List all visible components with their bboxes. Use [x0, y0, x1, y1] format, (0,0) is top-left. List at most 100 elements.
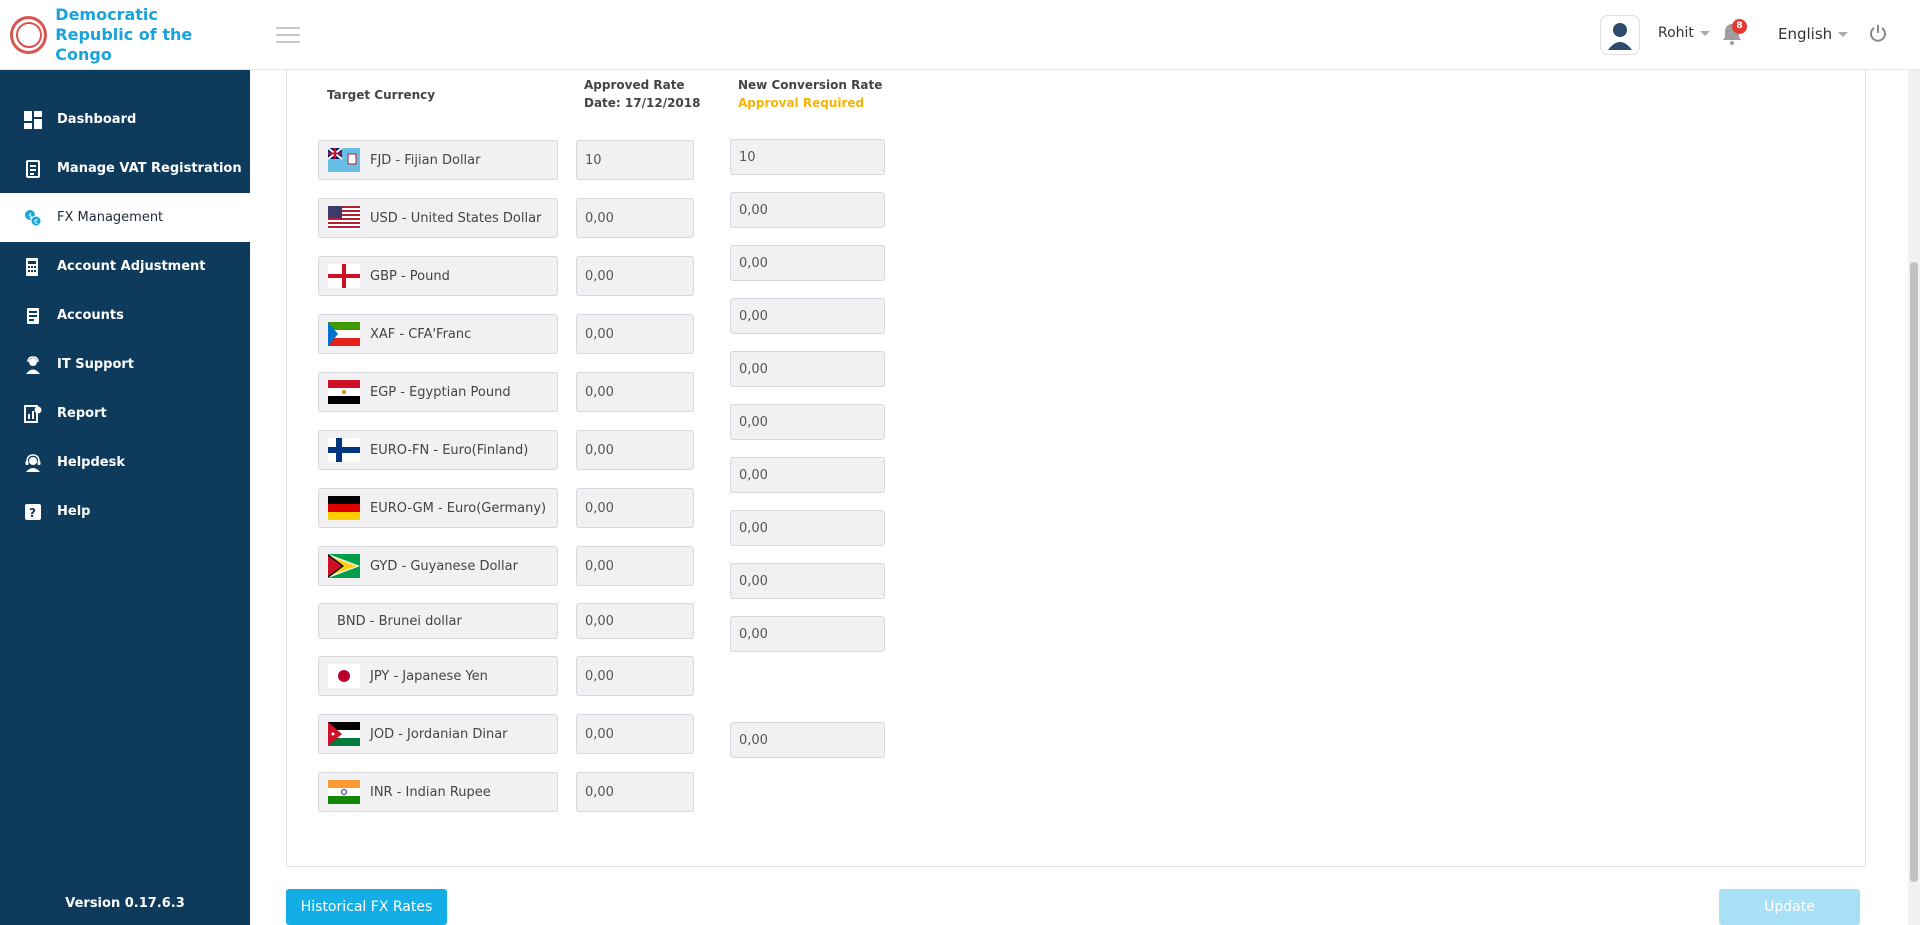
- sidebar-item-dashboard[interactable]: Dashboard: [0, 95, 250, 144]
- chevron-down-icon: [1699, 30, 1710, 36]
- currency-label: GBP - Pound: [370, 268, 450, 284]
- new-rate-euro-gm[interactable]: [730, 457, 885, 493]
- approval-required-label: Approval Required: [738, 96, 865, 110]
- india-flag-icon: [328, 780, 360, 804]
- sidebar-item-fx-management[interactable]: $ € FX Management: [0, 193, 250, 242]
- approved-rate-euro-fn[interactable]: [576, 430, 694, 470]
- currency-gbp: GBP - Pound: [318, 256, 558, 296]
- currency-bnd: BND - Brunei dollar: [318, 603, 558, 639]
- dashboard-icon: [24, 110, 42, 129]
- jordan-flag-icon: [328, 722, 360, 746]
- currency-inr: INR - Indian Rupee: [318, 772, 558, 812]
- approved-rate-gyd[interactable]: [576, 546, 694, 586]
- currency-label: JOD - Jordanian Dinar: [370, 726, 508, 742]
- new-rate-gbp[interactable]: [730, 245, 885, 281]
- new-rate-xaf[interactable]: [730, 298, 885, 334]
- currency-label: USD - United States Dollar: [370, 210, 542, 226]
- sidebar-item-label: IT Support: [57, 357, 135, 372]
- approved-rate-usd[interactable]: [576, 198, 694, 238]
- power-icon[interactable]: [1868, 24, 1888, 44]
- new-rate-label: New Conversion Rate: [738, 78, 883, 92]
- sidebar-item-it-support[interactable]: IT Support: [0, 340, 250, 389]
- user-avatar-icon: [1608, 23, 1632, 50]
- language-label: English: [1778, 25, 1833, 43]
- new-rate-fjd[interactable]: [730, 139, 885, 175]
- approved-rate-egp[interactable]: [576, 372, 694, 412]
- currency-label: EURO-GM - Euro(Germany): [370, 500, 547, 516]
- fiji-flag-icon: [328, 148, 360, 172]
- currency-egp: EGP - Egyptian Pound: [318, 372, 558, 412]
- approved-rate-gbp[interactable]: [576, 256, 694, 296]
- finland-flag-icon: [328, 438, 360, 462]
- scrollbar-thumb[interactable]: [1910, 262, 1918, 882]
- col-header-currency: Target Currency: [327, 88, 436, 102]
- new-rate-egp[interactable]: [730, 351, 885, 387]
- new-rate-usd[interactable]: [730, 192, 885, 228]
- approved-rate-fjd[interactable]: [576, 140, 694, 180]
- currency-usd: USD - United States Dollar: [318, 198, 558, 238]
- sidebar-item-accounts[interactable]: Accounts: [0, 291, 250, 340]
- svg-text:?: ?: [29, 506, 36, 520]
- sidebar-item-manage-vat-registration[interactable]: Manage VAT Registration: [0, 144, 250, 193]
- currency-label: EURO-FN - Euro(Finland): [370, 442, 529, 458]
- egypt-flag-icon: [328, 380, 360, 404]
- currency-label: GYD - Guyanese Dollar: [370, 558, 518, 574]
- approved-rate-inr[interactable]: [576, 772, 694, 812]
- user-menu[interactable]: Rohit: [1658, 25, 1710, 41]
- notification-badge: 8: [1732, 19, 1747, 34]
- topbar: Rohit 8 English: [250, 0, 1920, 70]
- congo-seal-icon: [10, 15, 48, 54]
- currency-label: EGP - Egyptian Pound: [370, 384, 511, 400]
- england-flag-icon: [328, 264, 360, 288]
- sidebar-item-label: Accounts: [57, 308, 124, 323]
- hamburger-menu-icon[interactable]: [276, 27, 300, 43]
- sidebar-item-report[interactable]: Report: [0, 389, 250, 438]
- new-rate-bnd[interactable]: [730, 563, 885, 599]
- approved-rate-xaf[interactable]: [576, 314, 694, 354]
- account-adjustment-icon: [24, 257, 42, 276]
- user-name: Rohit: [1658, 25, 1694, 41]
- currency-label: XAF - CFA'Franc: [370, 326, 472, 342]
- version-label: Version 0.17.6.3: [65, 896, 185, 911]
- currency-euro-fn: EURO-FN - Euro(Finland): [318, 430, 558, 470]
- currency-label: FJD - Fijian Dollar: [370, 152, 481, 168]
- usa-flag-icon: [328, 206, 360, 230]
- japan-flag-icon: [328, 664, 360, 688]
- col-header-new: New Conversion Rate Approval Required: [738, 76, 882, 112]
- new-rate-jpy[interactable]: [730, 616, 885, 652]
- historical-fx-rates-button[interactable]: Historical FX Rates: [286, 889, 447, 925]
- currency-label: BND - Brunei dollar: [337, 613, 462, 629]
- sidebar-item-help[interactable]: ? Help: [0, 487, 250, 536]
- currency-label: JPY - Japanese Yen: [370, 668, 488, 684]
- sidebar-item-label: Help: [57, 504, 91, 519]
- sidebar-item-label: Report: [57, 406, 107, 421]
- sidebar-item-label: Dashboard: [57, 112, 137, 127]
- approved-rate-bnd[interactable]: [576, 603, 694, 639]
- svg-text:$: $: [28, 212, 32, 220]
- sidebar-item-account-adjustment[interactable]: Account Adjustment: [0, 242, 250, 291]
- brand-logo[interactable]: Democratic Republic of the Congo: [0, 0, 250, 70]
- helpdesk-icon: [24, 453, 42, 472]
- accounts-icon: [24, 307, 42, 325]
- update-button[interactable]: Update: [1719, 889, 1860, 925]
- new-rate-gyd[interactable]: [730, 510, 885, 546]
- germany-flag-icon: [328, 496, 360, 520]
- approved-rate-jod[interactable]: [576, 714, 694, 754]
- report-icon: [24, 404, 42, 423]
- language-selector[interactable]: English: [1778, 25, 1849, 43]
- currency-xaf: XAF - CFA'Franc: [318, 314, 558, 354]
- sidebar-item-helpdesk[interactable]: Helpdesk: [0, 438, 250, 487]
- fx-management-icon: $ €: [24, 209, 42, 227]
- sidebar-item-label: Helpdesk: [57, 455, 125, 470]
- approved-rate-euro-gm[interactable]: [576, 488, 694, 528]
- new-rate-euro-fn[interactable]: [730, 404, 885, 440]
- approved-rate-jpy[interactable]: [576, 656, 694, 696]
- user-avatar[interactable]: [1600, 15, 1640, 55]
- currency-jpy: JPY - Japanese Yen: [318, 656, 558, 696]
- currency-euro-gm: EURO-GM - Euro(Germany): [318, 488, 558, 528]
- sidebar-item-label: FX Management: [57, 210, 164, 225]
- chevron-down-icon: [1838, 32, 1849, 37]
- guyana-flag-icon: [328, 554, 360, 578]
- new-rate-jod[interactable]: [730, 722, 885, 758]
- it-support-icon: [24, 355, 42, 374]
